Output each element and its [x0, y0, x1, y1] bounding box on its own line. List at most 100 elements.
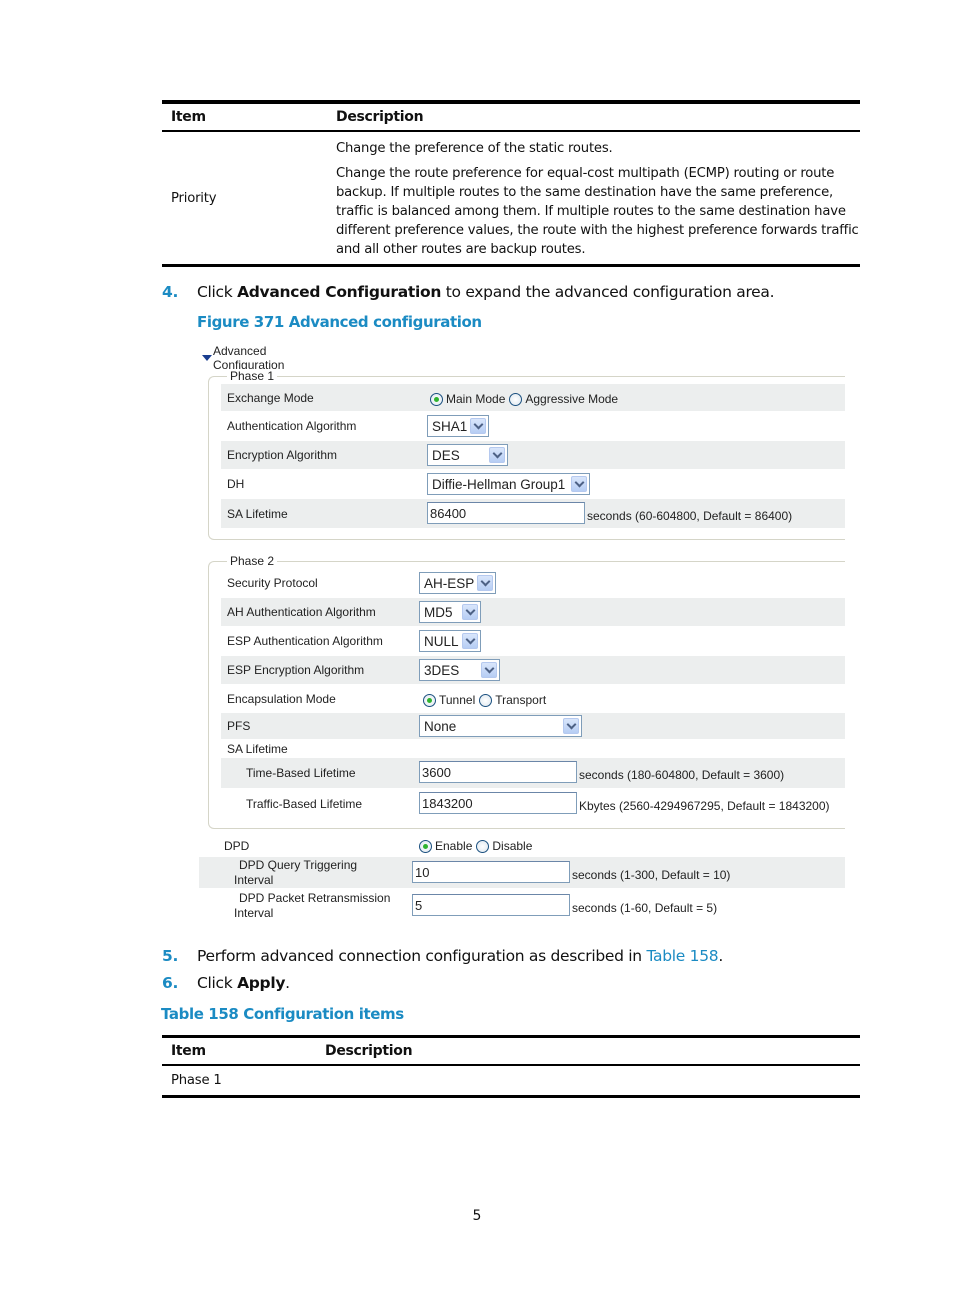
traffic-lifetime-label: Traffic-Based Lifetime [246, 797, 363, 811]
esp-encryption-select[interactable]: 3DES [419, 659, 500, 681]
select-value: NULL [424, 633, 459, 649]
row-item: Phase 1 [171, 1073, 222, 1088]
time-lifetime-row: Time-Based Lifetime 3600 seconds (180-60… [221, 758, 845, 788]
chevron-down-icon [571, 476, 587, 492]
label-line: DPD Query Triggering [239, 858, 358, 872]
dh-row: DH Diffie-Hellman Group1 [221, 470, 845, 498]
radio-label: Disable [492, 839, 533, 853]
esp-auth-row: ESP Authentication Algorithm NULL [221, 627, 845, 655]
encryption-algorithm-select[interactable]: DES [427, 444, 508, 466]
traffic-lifetime-row: Traffic-Based Lifetime 1843200 Kbytes (2… [221, 789, 845, 819]
sa-lifetime-row: SA Lifetime 86400 seconds (60-604800, De… [221, 499, 845, 528]
dpd-retrans-input[interactable]: 5 [412, 894, 570, 916]
sa-lifetime-input[interactable]: 86400 [427, 502, 585, 524]
traffic-lifetime-input[interactable]: 1843200 [419, 792, 577, 814]
phase1-fieldset: Phase 1 Exchange Mode Main Mode Aggressi… [208, 369, 845, 540]
row-description: Change the preference of the static rout… [327, 132, 860, 264]
esp-auth-select[interactable]: NULL [419, 630, 481, 652]
exchange-mode-row: Exchange Mode Main Mode Aggressive Mode [221, 384, 845, 411]
ah-auth-label: AH Authentication Algorithm [227, 605, 376, 619]
phase1-legend: Phase 1 [227, 369, 278, 383]
dpd-retrans-label: DPD Packet Retransmission Interval [234, 891, 391, 921]
sa-lifetime-label: SA Lifetime [227, 506, 288, 521]
chevron-down-icon [481, 662, 497, 678]
chevron-down-icon [462, 604, 478, 620]
toggle-label: Advanced Configuration [213, 344, 285, 372]
dpd-disable-radio[interactable]: Disable [476, 839, 532, 853]
table-header: Item Description [162, 1038, 860, 1064]
step-text: Click [197, 974, 238, 992]
configuration-items-table: Item Description Phase 1 [162, 1035, 860, 1098]
description-paragraph: Change the preference of the static rout… [336, 141, 613, 156]
phase2-legend: Phase 2 [227, 554, 278, 568]
advanced-configuration-toggle[interactable]: Advanced Configuration [202, 344, 284, 372]
pfs-row: PFS None [221, 713, 845, 739]
dpd-query-input[interactable]: 10 [412, 861, 570, 883]
triangle-down-icon [202, 355, 212, 361]
chevron-down-icon [462, 633, 478, 649]
chevron-down-icon [477, 575, 493, 591]
esp-encryption-row: ESP Encryption Algorithm 3DES [221, 656, 845, 684]
radio-label: Tunnel [439, 693, 476, 707]
main-mode-radio[interactable]: Main Mode [430, 392, 505, 406]
step-text: to expand the advanced configuration are… [441, 283, 775, 301]
dpd-retrans-row: DPD Packet Retransmission Interval 5 sec… [199, 889, 845, 922]
traffic-lifetime-hint: Kbytes (2560-4294967295, Default = 18432… [579, 799, 830, 813]
priority-table: Item Description Priority Change the pre… [162, 100, 860, 267]
step-number: 5. [162, 947, 179, 965]
esp-auth-label: ESP Authentication Algorithm [227, 634, 383, 648]
time-lifetime-label: Time-Based Lifetime [246, 766, 356, 780]
radio-selected-icon [423, 693, 436, 707]
exchange-mode-label: Exchange Mode [227, 390, 314, 405]
header-item: Item [171, 1043, 206, 1059]
pfs-label: PFS [227, 719, 251, 733]
encryption-algorithm-row: Encryption Algorithm DES [221, 441, 845, 469]
time-lifetime-input[interactable]: 3600 [419, 761, 577, 783]
select-value: MD5 [424, 604, 453, 620]
chevron-down-icon [563, 718, 579, 734]
radio-unselected-icon [479, 693, 493, 707]
aggressive-mode-radio[interactable]: Aggressive Mode [509, 392, 618, 406]
chevron-down-icon [470, 418, 486, 434]
page-number: 5 [472, 1208, 482, 1224]
radio-label: Main Mode [446, 392, 506, 406]
select-value: Diffie-Hellman Group1 [432, 476, 566, 492]
tunnel-radio[interactable]: Tunnel [423, 693, 475, 707]
ah-auth-select[interactable]: MD5 [419, 601, 481, 623]
dpd-row: DPD Enable Disable [199, 834, 845, 857]
step-text: . [718, 947, 723, 965]
encryption-algorithm-label: Encryption Algorithm [227, 448, 338, 462]
encapsulation-mode-row: Encapsulation Mode Tunnel Transport [221, 685, 845, 712]
label-line: Interval [234, 906, 274, 920]
label-line: DPD Packet Retransmission [239, 891, 391, 905]
step-number: 6. [162, 974, 179, 992]
dh-select[interactable]: Diffie-Hellman Group1 [427, 473, 590, 495]
header-item: Item [171, 109, 206, 125]
dpd-enable-radio[interactable]: Enable [419, 839, 472, 853]
esp-encryption-label: ESP Encryption Algorithm [227, 663, 365, 677]
chevron-down-icon [489, 447, 505, 463]
dpd-label: DPD [224, 838, 250, 853]
select-value: None [424, 718, 457, 734]
security-protocol-label: Security Protocol [227, 576, 318, 590]
pfs-select[interactable]: None [419, 715, 582, 737]
transport-radio[interactable]: Transport [479, 693, 546, 707]
dpd-retrans-hint: seconds (1-60, Default = 5) [572, 901, 718, 915]
time-lifetime-hint: seconds (180-604800, Default = 3600) [579, 768, 785, 782]
row-item: Priority [171, 190, 217, 206]
dpd-query-row: DPD Query Triggering Interval 10 seconds… [199, 857, 845, 888]
label-line: Interval [234, 873, 274, 887]
select-value: AH-ESP [424, 575, 475, 591]
sa-lifetime-heading: SA Lifetime [227, 742, 288, 756]
dh-label: DH [227, 477, 245, 491]
security-protocol-select[interactable]: AH-ESP [419, 572, 496, 594]
auth-algorithm-select[interactable]: SHA1 [427, 415, 489, 437]
table-header: Item Description [162, 104, 860, 130]
step-6: 6. Click Apply. [162, 974, 290, 992]
header-description: Description [336, 109, 424, 125]
step-text: . [285, 974, 290, 992]
sa-lifetime-heading-row: SA Lifetime [221, 740, 845, 758]
table-158-link[interactable]: Table 158 [646, 947, 718, 965]
select-value: 3DES [424, 662, 460, 678]
dpd-query-label: DPD Query Triggering Interval [234, 858, 358, 888]
